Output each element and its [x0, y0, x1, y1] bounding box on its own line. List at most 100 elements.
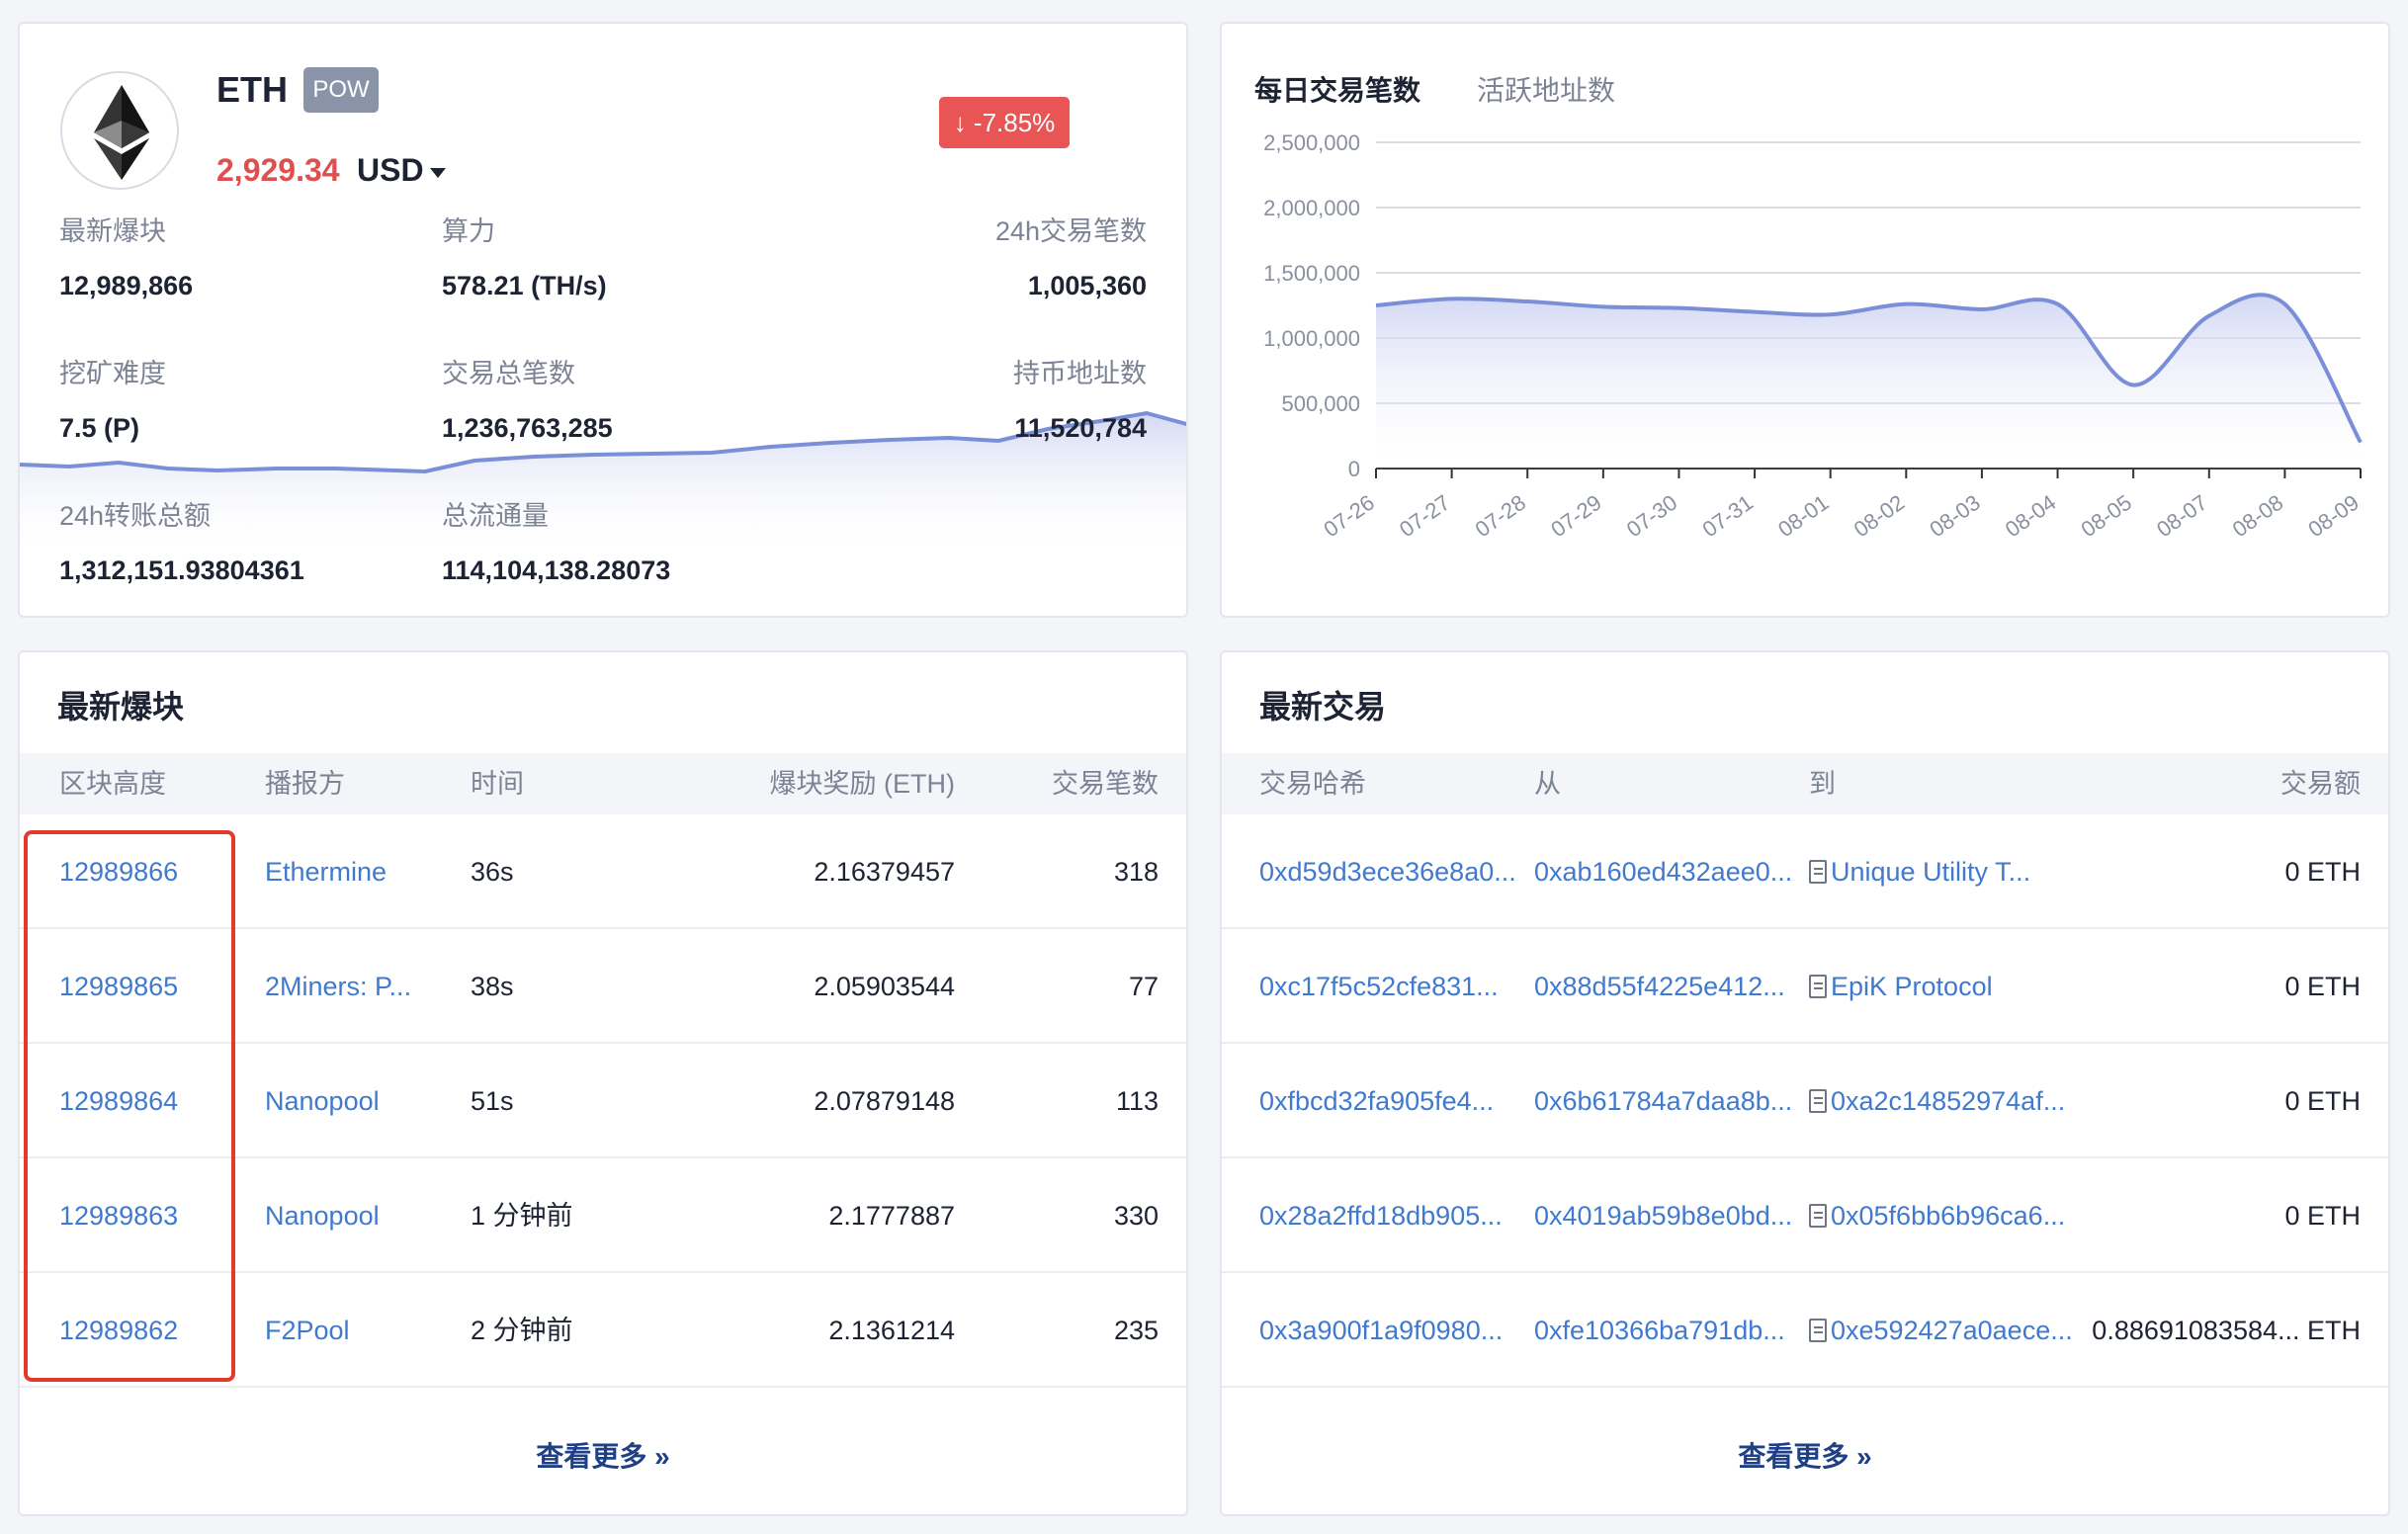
stat-label-24h-transfer: 24h转账总额 [59, 501, 212, 531]
stat-value-hashrate: 578.21 (TH/s) [442, 271, 607, 300]
blocks-view-more-link[interactable]: 查看更多 » [20, 1435, 1186, 1475]
coin-price: 2,929.34 [216, 152, 340, 188]
y-tick-label: 1,000,000 [1263, 326, 1360, 351]
contract-icon [1809, 1204, 1827, 1228]
price-change-value: -7.85% [973, 108, 1056, 137]
currency-selector[interactable]: USD [357, 152, 446, 189]
block-reward: 2.07879148 [814, 1086, 955, 1116]
col-tx-hash: 交易哈希 [1259, 769, 1366, 799]
tx-hash-link[interactable]: 0xc17f5c52cfe831... [1259, 929, 1528, 1044]
stat-value-circulating: 114,104,138.28073 [442, 555, 671, 585]
tx-amount: 0 ETH [2284, 857, 2361, 887]
x-tick-label: 08-05 [2077, 490, 2136, 543]
tx-to-link[interactable]: 0x05f6bb6b96ca6... [1809, 1158, 2080, 1273]
tx-amount: 0 ETH [2284, 972, 2361, 1001]
block-reward: 2.1361214 [828, 1316, 955, 1345]
x-tick-label: 07-31 [1698, 490, 1758, 543]
tx-to-label: 0xa2c14852974af... [1831, 1086, 2066, 1116]
tx-to-label: EpiK Protocol [1831, 972, 1993, 1001]
block-time: 51s [471, 1086, 514, 1116]
latest-transactions-card: 最新交易 交易哈希 从 到 交易额 0xd59d3ece36e8a0... 0xa… [1220, 650, 2390, 1516]
x-tick-label: 08-08 [2228, 490, 2287, 543]
block-reward: 2.05903544 [814, 972, 955, 1001]
tx-amount: 0 ETH [2284, 1086, 2361, 1116]
stat-value-24h-transfer: 1,312,151.93804361 [59, 555, 304, 585]
tx-from-link[interactable]: 0x88d55f4225e412... [1534, 929, 1803, 1044]
tx-view-more-link[interactable]: 查看更多 » [1222, 1435, 2388, 1475]
table-row: 12989862 F2Pool 2 分钟前 2.1361214 235 [20, 1273, 1186, 1388]
stat-label-latest-block: 最新爆块 [59, 216, 166, 246]
stat-label-holders: 持币地址数 [1013, 359, 1147, 388]
tx-from-link[interactable]: 0x4019ab59b8e0bd... [1534, 1158, 1803, 1273]
y-tick-label: 1,500,000 [1263, 261, 1360, 286]
block-tx-count: 330 [1113, 1201, 1159, 1231]
tx-hash-link[interactable]: 0x28a2ffd18db905... [1259, 1158, 1528, 1273]
x-tick-label: 08-01 [1773, 490, 1833, 543]
block-height-link[interactable]: 12989865 [59, 929, 178, 1044]
miner-link[interactable]: 2Miners: P... [265, 929, 443, 1044]
table-row: 12989863 Nanopool 1 分钟前 2.1777887 330 [20, 1158, 1186, 1273]
tx-hash-link[interactable]: 0xd59d3ece36e8a0... [1259, 814, 1528, 929]
arrow-down-icon: ↓ [953, 108, 967, 137]
tx-to-link[interactable]: EpiK Protocol [1809, 929, 2080, 1044]
tx-hash-link[interactable]: 0xfbcd32fa905fe4... [1259, 1044, 1528, 1158]
table-row: 0x28a2ffd18db905... 0x4019ab59b8e0bd... 0x… [1222, 1158, 2388, 1273]
stat-label-total-txs: 交易总笔数 [442, 359, 575, 388]
y-tick-label: 500,000 [1281, 391, 1360, 416]
x-tick-label: 08-04 [2001, 490, 2060, 543]
latest-blocks-card: 最新爆块 区块高度 播报方 时间 爆块奖励 (ETH) 交易笔数 1298986… [18, 650, 1188, 1516]
block-tx-count: 235 [1113, 1316, 1159, 1345]
x-tick-label: 08-07 [2152, 490, 2211, 543]
block-tx-count: 113 [1115, 1086, 1159, 1116]
latest-blocks-title: 最新爆块 [57, 689, 185, 724]
x-tick-label: 08-09 [2303, 490, 2363, 543]
miner-link[interactable]: Ethermine [265, 814, 443, 929]
tx-to-link[interactable]: 0xa2c14852974af... [1809, 1044, 2080, 1158]
x-tick-label: 08-03 [1925, 490, 1984, 543]
contract-icon [1809, 1089, 1827, 1113]
stat-value-latest-block: 12,989,866 [59, 271, 194, 300]
stat-label-difficulty: 挖矿难度 [59, 359, 166, 388]
tx-hash-link[interactable]: 0x3a900f1a9f0980... [1259, 1273, 1528, 1388]
stat-label-24h-txs: 24h交易笔数 [994, 216, 1147, 246]
table-row: 0xd59d3ece36e8a0... 0xab160ed432aee0... Un… [1222, 814, 2388, 929]
miner-link[interactable]: Nanopool [265, 1158, 443, 1273]
table-row: 0xc17f5c52cfe831... 0x88d55f4225e412... Ep… [1222, 929, 2388, 1044]
daily-tx-chart: 0 500,000 1,000,000 1,500,000 2,000,000 2,500… [1263, 130, 2364, 543]
tx-from-link[interactable]: 0xab160ed432aee0... [1534, 814, 1803, 929]
x-tick-label: 07-27 [1395, 490, 1454, 543]
tx-to-link[interactable]: Unique Utility T... [1809, 814, 2080, 929]
ethereum-icon [94, 85, 149, 180]
block-height-link[interactable]: 12989863 [59, 1158, 178, 1273]
y-tick-label: 0 [1348, 457, 1360, 481]
tx-amount: 0.88691083584... ETH [2092, 1316, 2361, 1345]
block-reward: 2.16379457 [814, 857, 955, 887]
currency-label: USD [357, 152, 424, 188]
block-height-link[interactable]: 12989862 [59, 1273, 178, 1388]
x-tick-label: 08-02 [1849, 490, 1909, 543]
col-from: 从 [1534, 769, 1561, 799]
y-tick-label: 2,000,000 [1263, 196, 1360, 220]
stat-label-hashrate: 算力 [442, 216, 495, 246]
stat-value-holders: 11,520,784 [1014, 413, 1147, 443]
consensus-badge: POW [303, 67, 379, 113]
miner-link[interactable]: F2Pool [265, 1273, 443, 1388]
tx-from-link[interactable]: 0xfe10366ba791db... [1534, 1273, 1803, 1388]
tx-to-link[interactable]: 0xe592427a0aece... [1809, 1273, 2080, 1388]
tx-from-link[interactable]: 0x6b61784a7daa8b... [1534, 1044, 1803, 1158]
miner-link[interactable]: Nanopool [265, 1044, 443, 1158]
caret-down-icon [429, 167, 446, 178]
block-time: 2 分钟前 [471, 1316, 573, 1345]
stat-value-difficulty: 7.5 (P) [59, 413, 140, 443]
block-height-link[interactable]: 12989866 [59, 814, 178, 929]
block-tx-count: 77 [1128, 972, 1159, 1001]
tab-daily-tx[interactable]: 每日交易笔数 [1254, 69, 1420, 109]
eth-logo [60, 71, 179, 190]
y-tick-label: 2,500,000 [1263, 130, 1360, 155]
contract-icon [1809, 860, 1827, 884]
tab-active-addresses[interactable]: 活跃地址数 [1477, 69, 1615, 109]
blocks-table-header: 区块高度 播报方 时间 爆块奖励 (ETH) 交易笔数 [20, 753, 1186, 814]
col-tx-count: 交易笔数 [1052, 769, 1159, 799]
block-height-link[interactable]: 12989864 [59, 1044, 178, 1158]
tx-to-label: 0xe592427a0aece... [1831, 1316, 2073, 1345]
